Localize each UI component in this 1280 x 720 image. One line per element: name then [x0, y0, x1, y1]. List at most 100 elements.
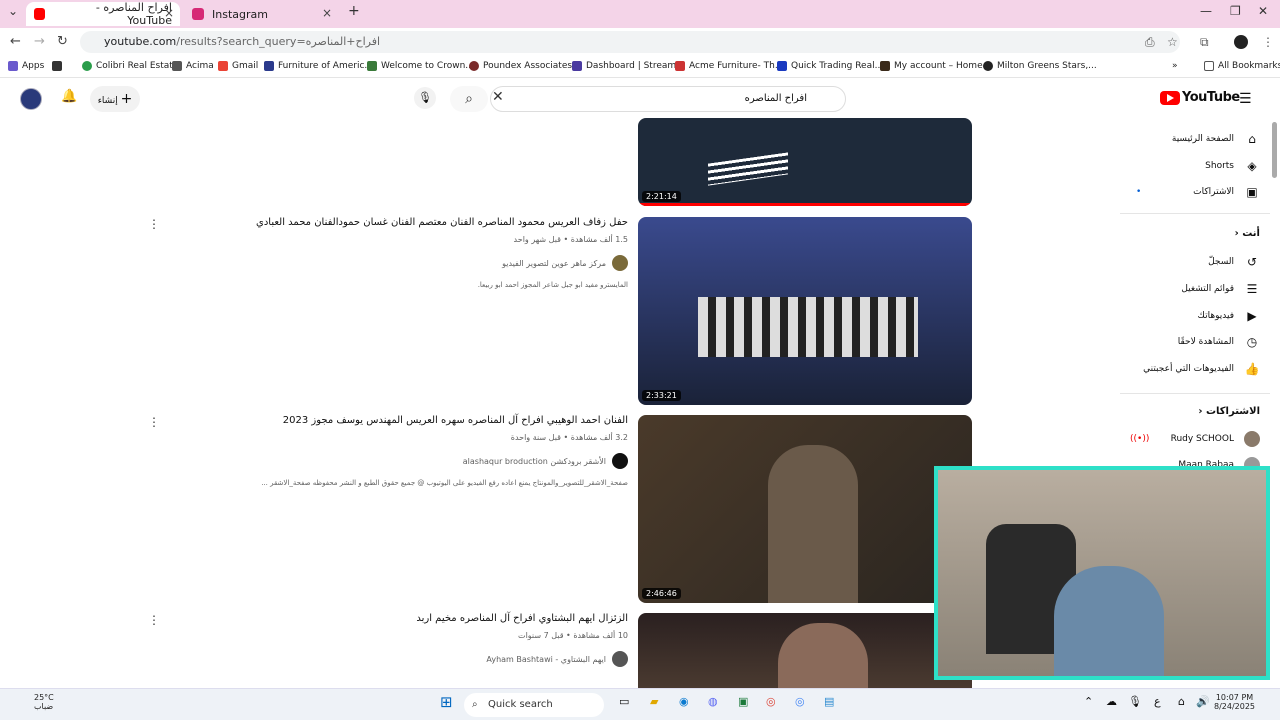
clear-search-icon[interactable]: ✕ [492, 89, 504, 105]
notifications-bell-icon[interactable]: 🔔 [61, 89, 77, 104]
subscriptions-header-label: الاشتراكات [1205, 406, 1260, 417]
edge-icon[interactable]: ◉ [679, 695, 689, 708]
close-window-icon[interactable]: ✕ [1258, 4, 1268, 18]
sidebar-item-watch-later[interactable]: ◷ المشاهدة لاحقًا [1130, 331, 1260, 353]
discord-icon[interactable]: ◍ [708, 695, 718, 708]
install-icon[interactable]: ⎙ [1145, 35, 1155, 50]
video-channel[interactable]: مركز ماهر عوين لتصوير الفيديو [502, 255, 628, 271]
folder-icon [1204, 61, 1214, 71]
video-result[interactable]: 2:33:21 حفل زفاف العريس محمود المناصره ا… [148, 217, 980, 407]
video-thumbnail[interactable] [638, 613, 972, 688]
browser-tab-bar: ⌄ افراح المناصره - YouTube × Instagram ×… [0, 0, 1280, 28]
taskbar-clock[interactable]: 10:07 PM 8/24/2025 [1214, 693, 1255, 711]
you-header[interactable]: أنت ‹ [1235, 228, 1260, 239]
video-channel[interactable]: الأشقر برودكشن alashaqur broduction [463, 453, 628, 469]
bookmark-star-icon[interactable]: ☆ [1167, 35, 1178, 49]
sidebar-item-home[interactable]: ⌂ الصفحة الرئيسية [1130, 128, 1260, 150]
all-bookmarks[interactable]: All Bookmarks [1204, 61, 1280, 71]
bookmark-item[interactable]: Apps [8, 61, 44, 71]
tray-overflow-icon[interactable]: ⌃ [1084, 695, 1093, 708]
back-icon[interactable]: ← [10, 34, 21, 49]
bookmark-item[interactable]: Dashboard | Stream... [572, 61, 685, 71]
windows-start-icon[interactable]: ⊞ [440, 693, 453, 711]
sidebar-item-history[interactable]: ↺ السجلّ [1130, 251, 1260, 273]
sidebar-item-playlists[interactable]: ☰ قوائم التشغيل [1130, 278, 1260, 300]
tab-instagram[interactable]: Instagram × [184, 2, 338, 26]
voice-search-mic-icon[interactable]: 🎙 [414, 87, 436, 109]
video-result[interactable]: الزئزال ايهم البشتاوي افراح آل المناصره … [148, 613, 980, 688]
chrome-icon[interactable]: ◎ [766, 695, 776, 708]
extensions-icon[interactable]: ⧉ [1200, 35, 1209, 50]
bookmark-item[interactable]: Acme Furniture- Th... [675, 61, 783, 71]
remote-desktop-icon[interactable]: ▤ [824, 695, 834, 708]
search-button[interactable]: ⌕ [450, 86, 488, 112]
more-options-icon[interactable]: ⋮ [148, 415, 160, 429]
weather-widget[interactable]: 25°C ضباب [14, 693, 54, 711]
singer-graphic [768, 445, 858, 603]
video-result[interactable]: 2:46:46 الفنان احمد الوهيبي افراح آل الم… [148, 415, 980, 605]
bookmark-item[interactable]: Welcome to Crown... [367, 61, 474, 71]
forward-icon[interactable]: → [34, 34, 45, 49]
search-input[interactable]: افراح المناصره [490, 86, 846, 112]
create-button[interactable]: إنشاء + [90, 86, 140, 112]
bookmark-item[interactable]: Poundex Associates... [469, 61, 581, 71]
bookmark-item[interactable]: Furniture of Americ... [264, 61, 373, 71]
bookmarks-overflow-icon[interactable]: » [1172, 61, 1178, 71]
video-title[interactable]: حفل زفاف العريس محمود المناصره الفنان مع… [168, 217, 628, 228]
tab-youtube[interactable]: افراح المناصره - YouTube × [26, 1, 180, 27]
task-view-icon[interactable]: ▭ [619, 695, 629, 708]
app-icon[interactable]: ▣ [738, 695, 748, 708]
sidebar-item-liked-videos[interactable]: 👍 الفيديوهات التي أعجبتني [1130, 358, 1260, 380]
minimize-icon[interactable]: — [1200, 4, 1212, 18]
browser-menu-icon[interactable]: ⋮ [1262, 35, 1274, 49]
volume-icon[interactable]: 🔊 [1196, 695, 1210, 708]
bookmark-item[interactable]: Quick Trading Real... [777, 61, 883, 71]
video-thumbnail[interactable]: 2:33:21 [638, 217, 972, 405]
bookmark-item[interactable]: Colibri Real Estate [82, 61, 178, 71]
tab-list-icon[interactable]: ⌄ [8, 4, 18, 18]
mic-tray-icon[interactable]: 🎙 [1128, 695, 1142, 708]
url-bar[interactable]: youtube.com/results?search_query=افراح+ا… [80, 31, 1180, 53]
profile-avatar[interactable] [1234, 35, 1248, 49]
subscription-item[interactable]: Rudy SCHOOL ((•)) [1130, 428, 1260, 450]
network-icon[interactable]: ⌂ [1178, 695, 1185, 708]
file-explorer-icon[interactable]: ▰ [650, 695, 658, 708]
page-scrollbar[interactable] [1270, 118, 1280, 688]
video-title[interactable]: الفنان احمد الوهيبي افراح آل المناصره سه… [168, 415, 628, 426]
video-description: صفحة_الاشقر_للتصوير_والمونتاج يمنع اعاده… [261, 479, 628, 487]
sidebar-item-your-videos[interactable]: ▶ فيديوهاتك [1130, 305, 1260, 327]
video-channel[interactable]: ايهم البشتاوي - Ayham Bashtawi [486, 651, 628, 667]
bookmark-item[interactable]: Milton Greens Stars,... [983, 61, 1097, 71]
quick-trading-icon [777, 61, 787, 71]
youtube-logo[interactable]: YouTube [1160, 90, 1240, 105]
subscriptions-header[interactable]: الاشتراكات ‹ [1198, 406, 1260, 417]
video-thumbnail[interactable]: 2:46:46 [638, 415, 972, 603]
history-icon: ↺ [1246, 255, 1258, 269]
video-thumbnail[interactable]: 2:21:14 [638, 118, 972, 206]
account-avatar[interactable] [20, 88, 42, 110]
close-tab-icon[interactable]: × [164, 6, 174, 20]
bookmark-item[interactable]: Acima [172, 61, 214, 71]
chrome-profile-icon[interactable]: ◎ [795, 695, 805, 708]
language-icon[interactable]: ع [1154, 695, 1161, 708]
bookmark-item[interactable] [52, 61, 66, 71]
sidebar-divider [1120, 213, 1270, 214]
more-options-icon[interactable]: ⋮ [148, 613, 160, 627]
video-title[interactable]: الزئزال ايهم البشتاوي افراح آل المناصره … [168, 613, 628, 624]
more-options-icon[interactable]: ⋮ [148, 217, 160, 231]
bookmark-item[interactable]: My account – Home... [880, 61, 991, 71]
new-tab-icon[interactable]: + [348, 3, 360, 19]
cloud-icon[interactable]: ☁ [1106, 695, 1117, 708]
hamburger-menu-icon[interactable]: ☰ [1239, 91, 1252, 107]
bookmark-item[interactable]: Gmail [218, 61, 258, 71]
taskbar-search[interactable]: ⌕ Quick search [464, 693, 604, 717]
scrollbar-thumb[interactable] [1272, 122, 1277, 178]
video-result[interactable]: 2:21:14 [280, 118, 980, 208]
sidebar-label: السجلّ [1208, 257, 1234, 267]
dashboard-icon [572, 61, 582, 71]
restore-icon[interactable]: ❐ [1230, 4, 1241, 18]
sidebar-item-subscriptions[interactable]: ▣ الاشتراكات • [1130, 181, 1260, 203]
reload-icon[interactable]: ↻ [57, 34, 68, 49]
close-tab-icon[interactable]: × [322, 6, 332, 20]
sidebar-item-shorts[interactable]: ◈ Shorts [1130, 155, 1260, 177]
